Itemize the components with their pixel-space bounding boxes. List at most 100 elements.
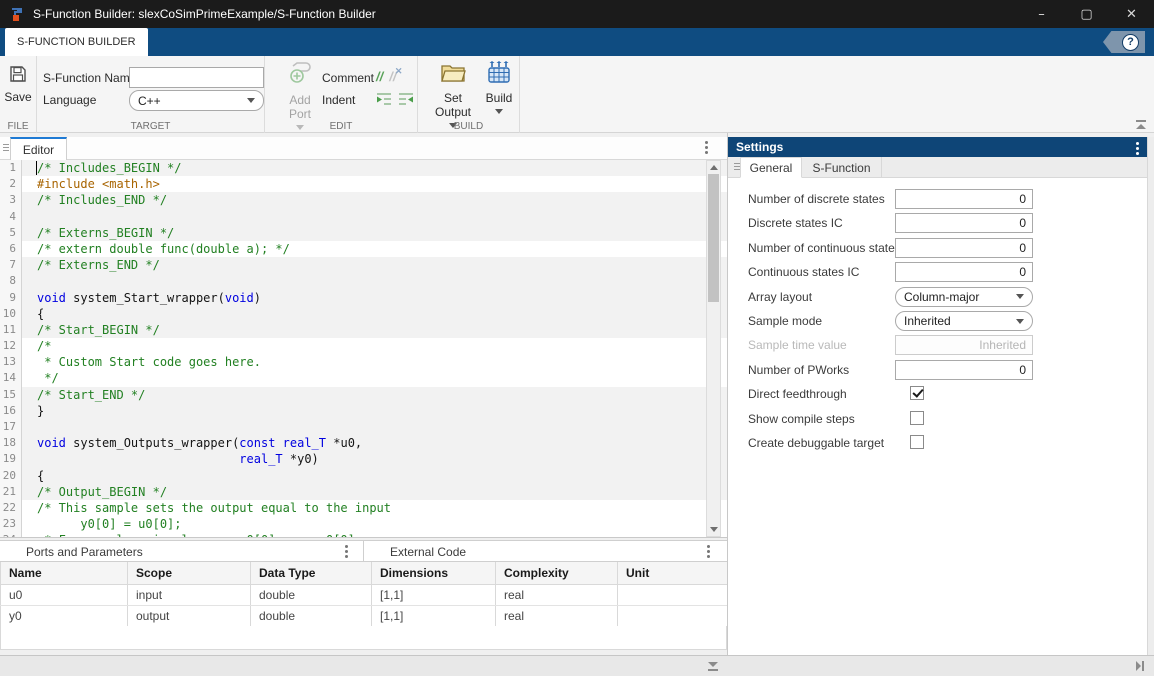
code-line[interactable]: 24 * For complex signals use: y0[0].re =… <box>0 532 727 538</box>
tab-external-code[interactable]: External Code <box>390 541 466 563</box>
collapse-bottom-icon[interactable] <box>706 662 720 671</box>
minimize-button[interactable]: – <box>1019 0 1064 28</box>
code-line[interactable]: 14 */ <box>0 370 727 386</box>
outdent-icon[interactable] <box>398 92 414 107</box>
s-function-name-input[interactable] <box>129 67 264 88</box>
comment-icon[interactable]: // <box>376 69 383 84</box>
editor-menu-icon[interactable] <box>705 146 708 149</box>
code-line[interactable]: 18void system_Outputs_wrapper(const real… <box>0 435 727 451</box>
code-line[interactable]: 5/* Externs_BEGIN */ <box>0 225 727 241</box>
code-line[interactable]: 3/* Includes_END */ <box>0 192 727 208</box>
table-cell[interactable]: [1,1] <box>372 584 496 605</box>
number-of-discrete-states-input[interactable]: 0 <box>895 189 1033 209</box>
table-header[interactable]: Unit <box>618 562 728 584</box>
table-header[interactable]: Complexity <box>496 562 618 584</box>
maximize-button[interactable]: ▢ <box>1064 0 1109 28</box>
code-line[interactable]: 15/* Start_END */ <box>0 387 727 403</box>
code-line[interactable]: 9void system_Start_wrapper(void) <box>0 290 727 306</box>
code-line[interactable]: 11/* Start_BEGIN */ <box>0 322 727 338</box>
add-port-button[interactable]: Add Port <box>277 61 323 130</box>
code-line[interactable]: 17 <box>0 419 727 435</box>
code-line[interactable]: 7/* Externs_END */ <box>0 257 727 273</box>
scroll-down-icon[interactable] <box>710 527 718 532</box>
table-cell[interactable]: double <box>251 584 372 605</box>
code-line[interactable]: 12/* <box>0 338 727 354</box>
editor-scrollbar[interactable] <box>706 160 721 537</box>
table-cell[interactable] <box>618 584 728 605</box>
table-row[interactable]: y0outputdouble[1,1]real <box>1 605 728 626</box>
create-debuggable-target-label: Create debuggable target <box>748 436 884 450</box>
settings-row-create-debuggable-target: Create debuggable target <box>728 432 1147 456</box>
show-compile-steps-checkbox[interactable] <box>910 411 924 425</box>
collapse-toolbar-icon[interactable] <box>1134 120 1148 130</box>
settings-menu-icon[interactable] <box>1136 147 1139 150</box>
line-number: 7 <box>0 257 22 273</box>
ports-menu-icon[interactable] <box>345 550 348 553</box>
code-line[interactable]: 19 real_T *y0) <box>0 451 727 467</box>
table-header[interactable]: Data Type <box>251 562 372 584</box>
line-number: 10 <box>0 306 22 322</box>
close-button[interactable]: ✕ <box>1109 0 1154 28</box>
collapse-right-icon[interactable] <box>1136 661 1146 671</box>
code-line[interactable]: 16} <box>0 403 727 419</box>
table-cell[interactable]: double <box>251 605 372 626</box>
number-of-pworks-input[interactable]: 0 <box>895 360 1033 380</box>
code-line[interactable]: 10{ <box>0 306 727 322</box>
code-editor[interactable]: 1/* Includes_BEGIN */2#include <math.h>3… <box>0 160 727 538</box>
set-output-button[interactable]: Set Output <box>425 61 481 128</box>
build-button[interactable]: Build <box>481 61 517 114</box>
table-cell[interactable]: y0 <box>1 605 128 626</box>
discrete-states-ic-input[interactable]: 0 <box>895 213 1033 233</box>
toolbar-section-build: Set Output Build BUILD <box>418 56 520 133</box>
code-line[interactable]: 2#include <math.h> <box>0 176 727 192</box>
settings-row-sample-mode: Sample modeInherited <box>728 310 1147 334</box>
table-cell[interactable]: input <box>128 584 251 605</box>
scroll-up-icon[interactable] <box>710 165 718 170</box>
create-debuggable-target-checkbox[interactable] <box>910 435 924 449</box>
help-button[interactable]: ? <box>1103 31 1145 53</box>
code-line[interactable]: 13 * Custom Start code goes here. <box>0 354 727 370</box>
continuous-states-ic-input[interactable]: 0 <box>895 262 1033 282</box>
table-cell[interactable]: real <box>496 584 618 605</box>
code-line[interactable]: 8 <box>0 273 727 289</box>
direct-feedthrough-checkbox[interactable] <box>910 386 924 400</box>
table-cell[interactable]: [1,1] <box>372 605 496 626</box>
tab-s-function[interactable]: S-Function <box>802 157 882 178</box>
tab-general[interactable]: General <box>740 157 802 178</box>
tab-editor[interactable]: Editor <box>10 137 67 160</box>
external-code-menu-icon[interactable] <box>707 550 710 553</box>
code-text: y0[0] = u0[0]; <box>22 516 727 532</box>
table-header[interactable]: Dimensions <box>372 562 496 584</box>
table-header[interactable]: Name <box>1 562 128 584</box>
code-line[interactable]: 4 <box>0 209 727 225</box>
code-line[interactable]: 21/* Output_BEGIN */ <box>0 484 727 500</box>
code-line[interactable]: 23 y0[0] = u0[0]; <box>0 516 727 532</box>
indent-icon[interactable] <box>376 92 392 107</box>
tab-s-function-builder[interactable]: S-FUNCTION BUILDER <box>5 28 148 56</box>
code-line[interactable]: 6/* extern double func(double a); */ <box>0 241 727 257</box>
ports-table-empty-area[interactable] <box>0 626 727 650</box>
line-number: 15 <box>0 387 22 403</box>
settings-row-show-compile-steps: Show compile steps <box>728 408 1147 432</box>
table-header[interactable]: Scope <box>128 562 251 584</box>
scrollbar-thumb[interactable] <box>708 174 719 302</box>
code-line[interactable]: 22/* This sample sets the output equal t… <box>0 500 727 516</box>
table-cell[interactable] <box>618 605 728 626</box>
settings-scrollbar-track[interactable] <box>1147 137 1154 655</box>
settings-row-number-of-continuous-states: Number of continuous states0 <box>728 237 1147 261</box>
editor-grip-handle[interactable] <box>3 144 9 151</box>
number-of-continuous-states-input[interactable]: 0 <box>895 238 1033 258</box>
language-dropdown[interactable]: C++ <box>129 90 264 111</box>
code-line[interactable]: 20{ <box>0 468 727 484</box>
table-row[interactable]: u0inputdouble[1,1]real <box>1 584 728 605</box>
code-text <box>22 419 727 435</box>
table-cell[interactable]: real <box>496 605 618 626</box>
code-line[interactable]: 1/* Includes_BEGIN */ <box>0 160 727 176</box>
tab-ports-and-parameters[interactable]: Ports and Parameters <box>26 541 143 563</box>
table-cell[interactable]: output <box>128 605 251 626</box>
code-text: */ <box>22 370 727 386</box>
sample-mode-dropdown[interactable]: Inherited <box>895 311 1033 331</box>
array-layout-dropdown[interactable]: Column-major <box>895 287 1033 307</box>
table-cell[interactable]: u0 <box>1 584 128 605</box>
uncomment-icon[interactable]: //✕ <box>389 69 396 84</box>
